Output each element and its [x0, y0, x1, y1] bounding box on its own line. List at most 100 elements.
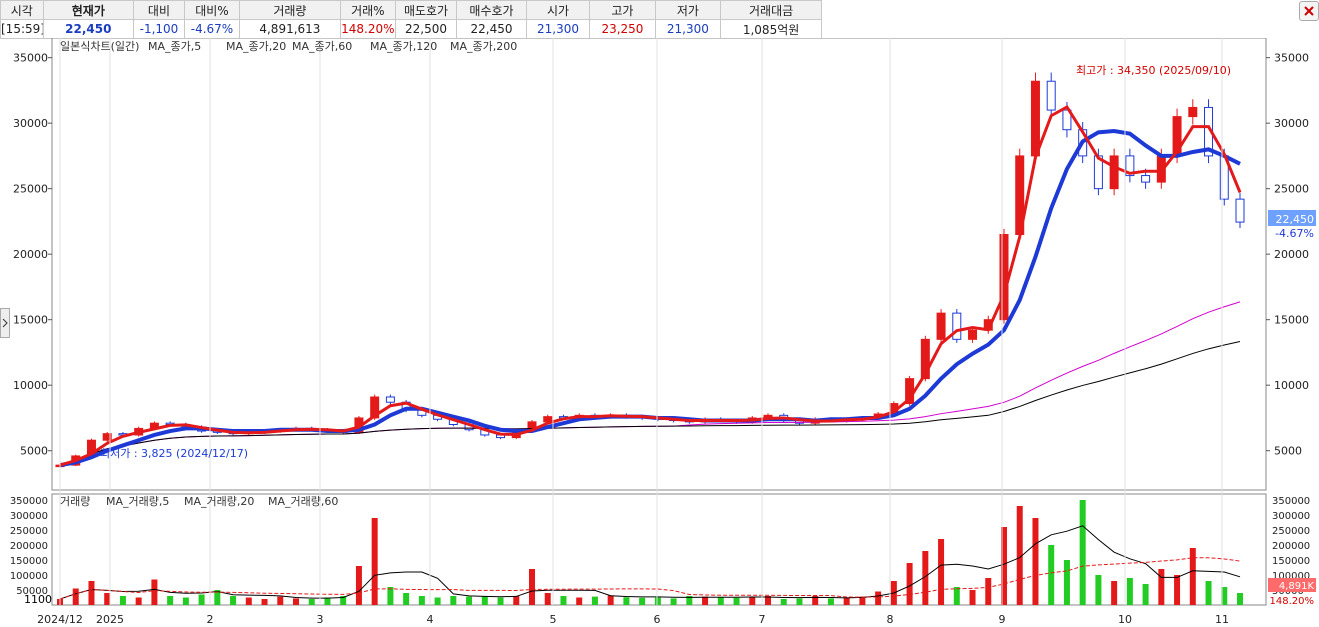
volume-bar	[1158, 569, 1165, 605]
volume-bar	[513, 596, 520, 605]
quote-table: 시각 현재가 대비 대비% 거래량 거래% 매도호가 매수호가 시가 고가 저가…	[0, 0, 822, 39]
price-tick-label-left: 25000	[13, 183, 48, 196]
volume-tick-label-right: 300000	[1272, 511, 1310, 522]
legend-vma20: MA_거래량,20	[184, 495, 254, 508]
volume-bar	[387, 587, 394, 605]
volume-bar	[277, 596, 284, 605]
val-bid: 22,450	[456, 19, 527, 39]
volume-bar	[1095, 575, 1102, 605]
x-tick-label: 9	[999, 613, 1006, 626]
x-tick-label: 2024/12	[37, 613, 83, 626]
x-tick-label: 2025	[96, 613, 124, 626]
volume-bar	[1111, 581, 1118, 605]
volume-bar	[717, 597, 724, 605]
candle-body	[385, 396, 395, 403]
volume-bar	[875, 591, 882, 605]
volume-bar	[466, 596, 473, 605]
volume-bar	[780, 599, 787, 605]
candle-body	[1141, 175, 1151, 183]
x-tick-label: 7	[759, 613, 766, 626]
volume-bar	[1205, 581, 1212, 605]
volume-bar	[639, 597, 646, 605]
hdr-open: 시가	[525, 0, 591, 20]
volume-bar	[607, 595, 614, 605]
volume-tick-label-left: 250000	[10, 526, 48, 537]
val-ask: 22,500	[394, 19, 458, 39]
volume-bar	[544, 593, 551, 605]
volume-bar	[654, 597, 661, 605]
volume-bar	[1048, 545, 1055, 605]
legend-vma60: MA_거래량,60	[268, 495, 338, 508]
volume-bar	[591, 596, 598, 605]
volume-bar	[182, 597, 189, 605]
low-annotation: 최저가 : 3,825 (2024/12/17)	[100, 447, 248, 460]
volume-bar	[1174, 575, 1181, 605]
val-price: 22,450	[42, 19, 135, 39]
price-tick-label-right: 25000	[1274, 183, 1309, 196]
hdr-high: 고가	[589, 0, 656, 20]
volume-tick-label-left: 100000	[10, 571, 48, 582]
val-volume: 4,891,613	[239, 19, 341, 39]
price-tick-label-left: 5000	[20, 445, 48, 458]
volume-bar	[953, 587, 960, 605]
volume-bar	[827, 598, 834, 605]
price-frame	[51, 38, 1267, 491]
x-tick-label: 6	[654, 613, 661, 626]
last-price-label: 22,450	[1276, 213, 1315, 226]
volume-bar	[1079, 500, 1086, 605]
price-tick-label-left: 30000	[13, 117, 48, 130]
volume-bar	[733, 597, 740, 605]
volume-bar	[623, 597, 630, 605]
x-tick-label: 5	[550, 613, 557, 626]
val-volume-pct: 148.20%	[339, 19, 396, 39]
volume-bar	[355, 566, 362, 605]
volume-bar	[1189, 548, 1196, 605]
volume-pane: 5000050000100000100000150000150000200000…	[10, 493, 1310, 606]
volume-bar	[529, 569, 535, 605]
val-open: 21,300	[525, 19, 591, 39]
volume-tick-label-right: 200000	[1272, 541, 1310, 552]
volume-bar	[576, 597, 583, 605]
volume-bar	[497, 597, 504, 605]
legend-vma5: MA_거래량,5	[106, 495, 169, 508]
price-tick-label-left: 15000	[13, 314, 48, 327]
hdr-volume: 거래량	[239, 0, 341, 20]
candle-body	[1046, 80, 1056, 111]
legend-ma5: MA_종가,5	[148, 40, 201, 53]
val-change-pct: -4.67%	[183, 19, 241, 39]
price-tick-label-left: 35000	[13, 52, 48, 65]
candle-body	[968, 329, 978, 340]
last-volume-label: 4,891K	[1279, 581, 1315, 592]
close-panel-button[interactable]	[1299, 1, 1319, 21]
hdr-low: 저가	[654, 0, 722, 20]
hdr-ask: 매도호가	[394, 0, 458, 20]
val-change: -1,100	[133, 19, 185, 39]
volume-tick-label-right: 350000	[1272, 496, 1310, 507]
volume-bar	[119, 596, 126, 605]
x-tick-label: 8	[887, 613, 894, 626]
price-tick-label-left: 10000	[13, 379, 48, 392]
volume-bar	[324, 597, 331, 605]
volume-bar	[151, 579, 158, 605]
volume-bar	[418, 596, 425, 605]
volume-bar	[88, 581, 95, 605]
stock-chart[interactable]: 5000 500010000 1000015000 1500020000 2000025…	[0, 38, 1319, 627]
legend-ma20: MA_종가,20	[226, 40, 286, 53]
price-tick-label-right: 35000	[1274, 52, 1309, 65]
legend-volume: 거래량	[60, 495, 90, 508]
volume-left-marker: 1100	[24, 593, 52, 606]
volume-bar	[670, 598, 677, 605]
price-tick-label-right: 15000	[1274, 314, 1309, 327]
hdr-change-pct: 대비%	[183, 0, 241, 20]
volume-bar	[1126, 578, 1133, 605]
high-annotation: 최고가 : 34,350 (2025/09/10)	[1076, 64, 1231, 77]
last-pct-label: 148.20%	[1270, 596, 1315, 607]
volume-bar	[985, 578, 992, 605]
volume-bar	[230, 596, 237, 605]
volume-bar	[938, 539, 945, 605]
legend-ma120: MA_종가,120	[370, 40, 437, 53]
price-tick-label-right: 20000	[1274, 248, 1309, 261]
price-tick-label-right: 5000	[1274, 445, 1302, 458]
candle-body	[1030, 80, 1040, 157]
last-change-label: -4.67%	[1275, 227, 1314, 240]
